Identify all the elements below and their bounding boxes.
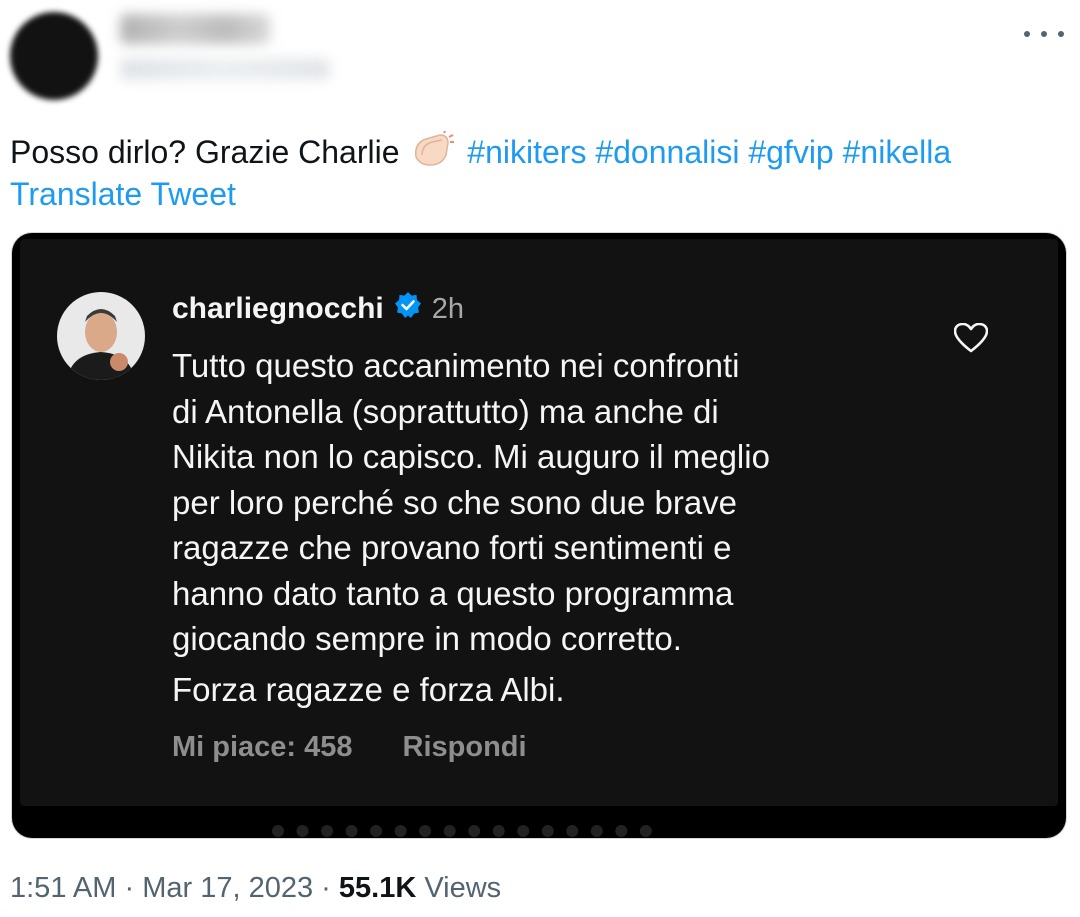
comment-body-line: ragazze che provano forti sentimenti e bbox=[172, 529, 732, 566]
instagram-comment-screenshot: charliegnocchi 2h Tutto questo accanimen… bbox=[20, 239, 1058, 806]
comment-likes: Mi piace: 458 bbox=[172, 731, 353, 763]
cropped-text-fragment bbox=[272, 825, 652, 838]
author-handle-blurred bbox=[120, 58, 330, 80]
separator: · bbox=[124, 872, 135, 904]
verified-badge-icon bbox=[394, 291, 422, 327]
comment-body-line: giocando sempre in modo corretto. bbox=[172, 620, 682, 657]
author-avatar[interactable] bbox=[10, 12, 98, 100]
tweet-metadata: 1:51 AM · Mar 17, 2023 · 55.1K Views bbox=[10, 872, 501, 905]
author-name-blurred[interactable] bbox=[120, 14, 270, 44]
hashtag-link[interactable]: #gfvip bbox=[748, 134, 833, 170]
clapping-hands-icon bbox=[410, 128, 455, 180]
comment-body-line: di Antonella (soprattutto) ma anche di bbox=[172, 392, 719, 430]
comment-reply-label: Rispondi bbox=[402, 731, 527, 763]
views-count: 55.1K bbox=[338, 872, 417, 904]
tweet-media-image[interactable]: charliegnocchi 2h Tutto questo accanimen… bbox=[12, 233, 1066, 838]
views-label: Views bbox=[424, 872, 502, 904]
comment-body-line: Tutto questo accanimento nei confronti bbox=[172, 347, 740, 384]
comment-time: 2h bbox=[431, 292, 464, 325]
separator: · bbox=[321, 872, 331, 904]
commenter-avatar bbox=[57, 292, 145, 380]
comment-body-line: per loro perché so che sono due brave bbox=[172, 483, 738, 521]
comment-body-line: Nikita non lo capisco. Mi auguro il megl… bbox=[172, 438, 770, 475]
tweet-time[interactable]: 1:51 AM bbox=[10, 872, 116, 904]
more-options-icon[interactable] bbox=[1024, 26, 1064, 42]
hashtag-link[interactable]: #nikiters bbox=[467, 134, 586, 170]
comment-body-closing: Forza ragazze e forza Albi. bbox=[172, 671, 565, 708]
commenter-username-row: charliegnocchi 2h bbox=[172, 291, 464, 327]
tweet-text-body: Posso dirlo? Grazie Charlie bbox=[10, 134, 400, 170]
hashtag-link[interactable]: #donnalisi bbox=[595, 134, 739, 170]
translate-tweet-link[interactable]: Translate Tweet bbox=[10, 172, 236, 216]
comment-body: Tutto questo accanimento nei confronti d… bbox=[172, 343, 972, 662]
comment-body-line: hanno dato tanto a questo programma bbox=[172, 574, 734, 612]
comment-actions: Mi piace: 458 Rispondi bbox=[172, 731, 527, 764]
hashtag-link[interactable]: #nikella bbox=[843, 134, 952, 170]
tweet-date[interactable]: Mar 17, 2023 bbox=[142, 872, 313, 904]
commenter-username: charliegnocchi bbox=[172, 292, 384, 325]
